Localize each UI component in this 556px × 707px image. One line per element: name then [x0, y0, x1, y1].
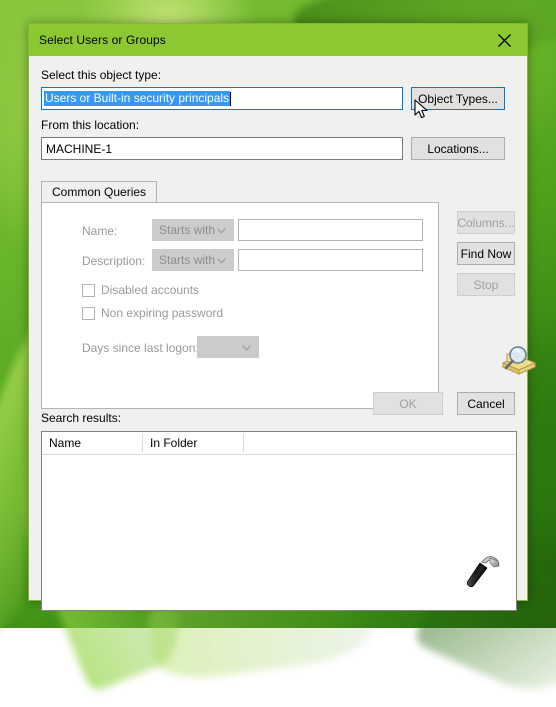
search-results-header: Name In Folder — [42, 432, 516, 455]
chevron-down-icon — [242, 340, 251, 354]
stop-button-label: Stop — [473, 277, 499, 292]
column-header-name[interactable]: Name — [42, 432, 142, 454]
column-header-in-folder[interactable]: In Folder — [143, 432, 243, 454]
close-button[interactable] — [481, 24, 527, 56]
close-icon — [497, 33, 511, 47]
find-now-button[interactable]: Find Now — [457, 242, 515, 265]
search-results-label: Search results: — [41, 411, 122, 425]
tab-common-queries[interactable]: Common Queries — [41, 181, 158, 202]
query-description-label: Description: — [82, 254, 146, 268]
common-queries-panel: Name: Starts with Description: Starts wi… — [41, 202, 439, 409]
checkbox-box-icon — [82, 306, 95, 320]
cancel-button[interactable]: Cancel — [457, 392, 515, 415]
object-type-label: Select this object type: — [41, 68, 162, 82]
non-expiring-password-checkbox[interactable]: Non expiring password — [82, 306, 223, 320]
find-now-button-label: Find Now — [460, 246, 512, 261]
location-value: MACHINE-1 — [46, 141, 113, 156]
stop-button[interactable]: Stop — [457, 273, 515, 296]
tab-common-queries-label: Common Queries — [52, 185, 147, 199]
locations-button-label: Locations... — [427, 141, 489, 156]
ok-button[interactable]: OK — [373, 392, 443, 415]
days-since-last-logon-label: Days since last logon: — [82, 341, 199, 355]
query-description-operator-select[interactable]: Starts with — [152, 249, 234, 271]
search-results-list[interactable]: Name In Folder — [41, 431, 517, 611]
cancel-button-label: Cancel — [467, 396, 505, 411]
disabled-accounts-label: Disabled accounts — [101, 283, 200, 297]
query-tabstrip: Common Queries — [41, 181, 439, 202]
non-expiring-password-label: Non expiring password — [101, 306, 224, 320]
column-header-extra[interactable] — [244, 432, 516, 454]
magnifier-folder-icon — [499, 344, 537, 381]
text-caret — [230, 91, 232, 106]
ok-button-label: OK — [399, 396, 417, 411]
object-types-button[interactable]: Object Types... — [411, 87, 505, 110]
query-name-operator-value: Starts with — [159, 223, 216, 237]
dialog-title: Select Users or Groups — [39, 33, 166, 47]
columns-button-label: Columns... — [457, 215, 515, 230]
select-users-or-groups-dialog: Select Users or Groups Select this objec… — [28, 23, 537, 611]
location-input[interactable]: MACHINE-1 — [41, 137, 403, 160]
query-name-input[interactable] — [238, 219, 423, 241]
days-since-last-logon-select[interactable] — [197, 336, 259, 358]
dialog-titlebar[interactable]: Select Users or Groups — [29, 24, 527, 56]
hammer-icon — [460, 549, 504, 596]
object-type-value: Users or Built-in security principals — [44, 91, 231, 106]
chevron-down-icon — [217, 223, 226, 237]
chevron-down-icon — [217, 253, 226, 267]
object-type-input[interactable]: Users or Built-in security principals — [41, 87, 403, 110]
columns-button[interactable]: Columns... — [457, 211, 515, 234]
location-label: From this location: — [41, 118, 140, 132]
checkbox-box-icon — [82, 283, 95, 297]
object-types-button-label: Object Types... — [418, 91, 498, 106]
dialog-client-area: Select this object type: Users or Built-… — [29, 56, 537, 611]
disabled-accounts-checkbox[interactable]: Disabled accounts — [82, 283, 199, 297]
query-name-label: Name: — [82, 224, 118, 238]
query-description-operator-value: Starts with — [159, 253, 216, 267]
query-name-operator-select[interactable]: Starts with — [152, 219, 234, 241]
query-description-input[interactable] — [238, 249, 423, 271]
locations-button[interactable]: Locations... — [411, 137, 505, 160]
